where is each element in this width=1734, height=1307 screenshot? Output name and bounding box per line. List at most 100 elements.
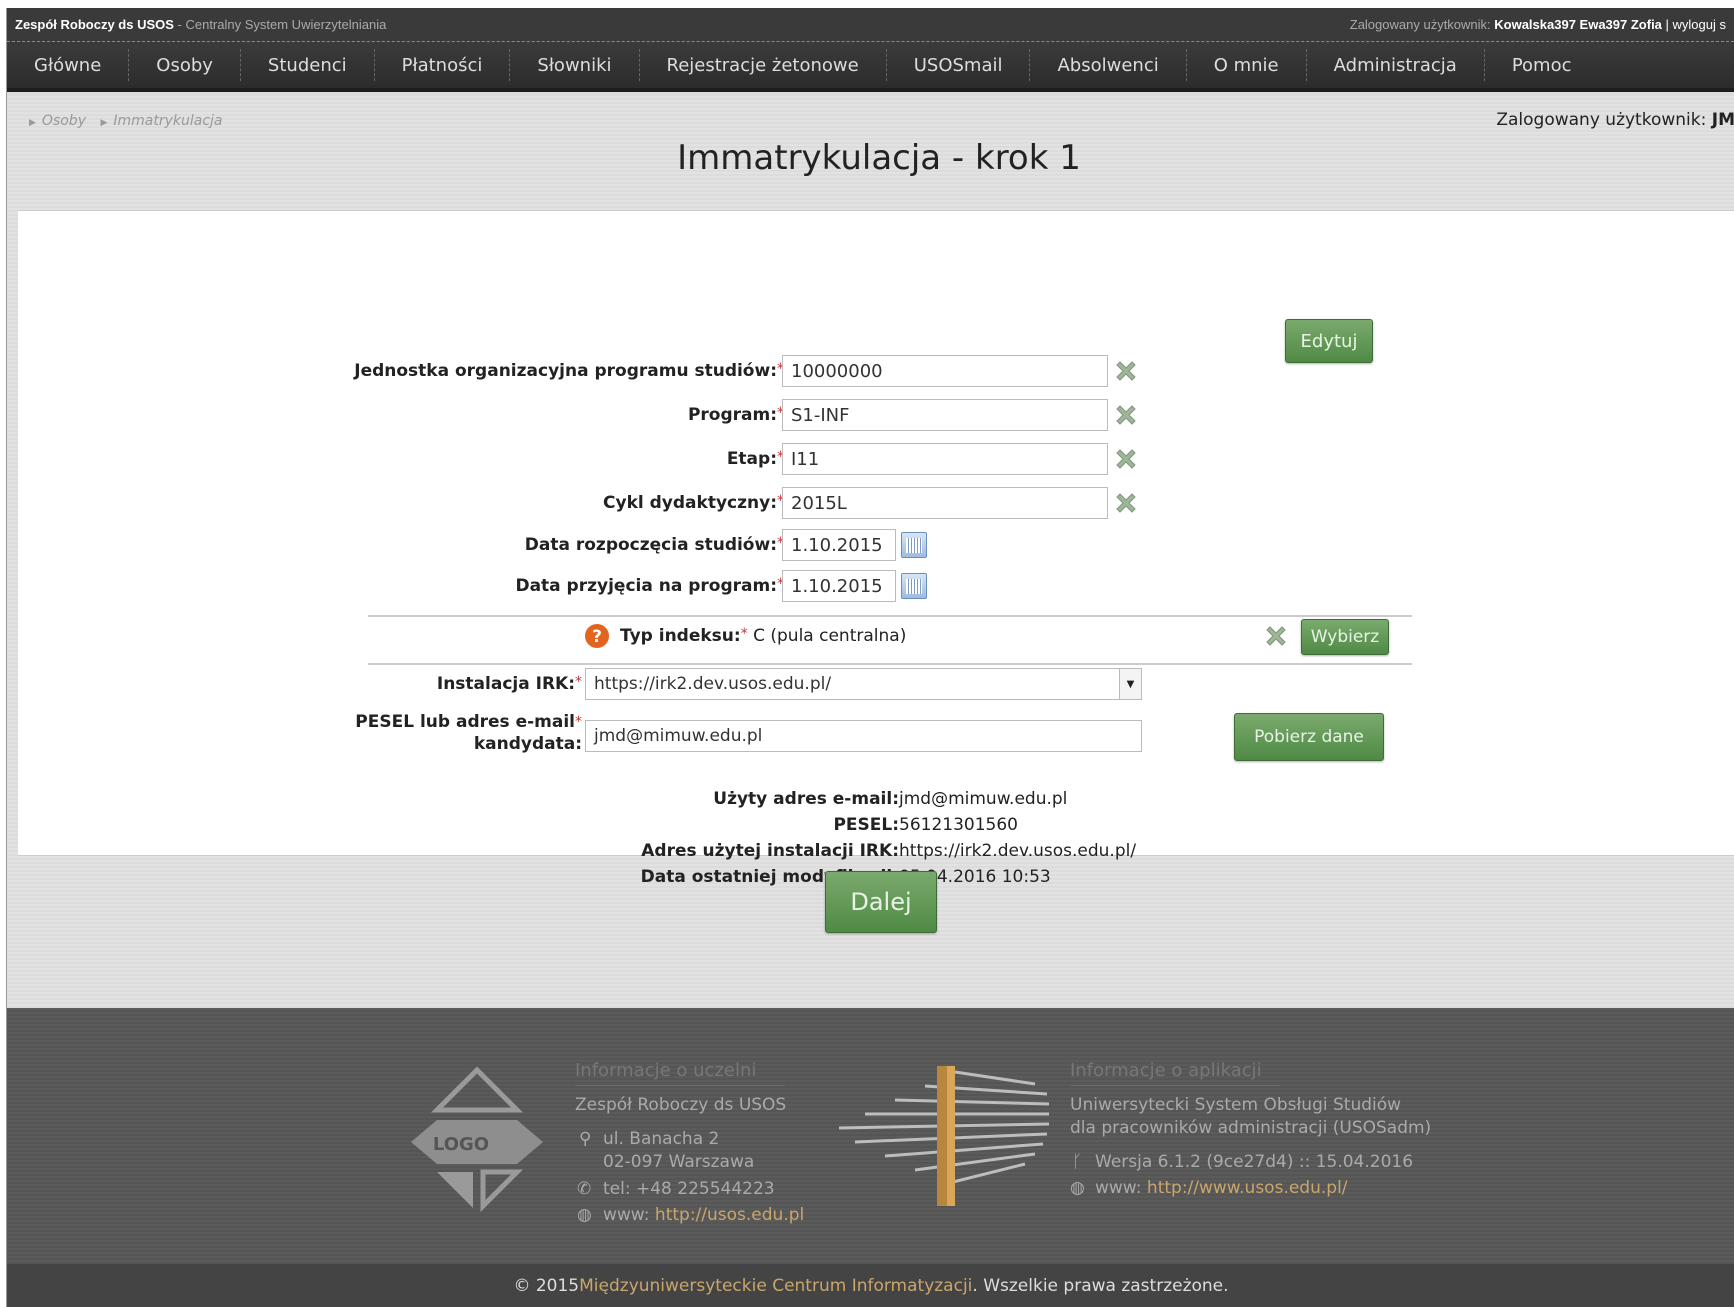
globe-icon: ◍ — [1070, 1178, 1085, 1198]
copyright-suffix: . Wszelkie prawa zastrzeżone. — [972, 1275, 1229, 1296]
nav-item-studenci[interactable]: Studenci — [241, 49, 375, 81]
brand-name: Zespół Roboczy ds USOS — [15, 17, 174, 32]
footer-uni-www-link[interactable]: http://usos.edu.pl — [655, 1205, 804, 1225]
footer-uni-www-label: www: — [603, 1205, 655, 1225]
nav-item-osoby[interactable]: Osoby — [129, 49, 241, 81]
required-mark: * — [740, 626, 748, 642]
next-button[interactable]: Dalej — [825, 871, 937, 933]
start-date-label-text: Data rozpoczęcia studiów: — [524, 535, 777, 555]
info-irk-row: Adres użytej instalacji IRK:https://irk2… — [613, 841, 1136, 861]
unit-label: Jednostka organizacyjna programu studiów… — [354, 361, 784, 381]
cycle-field[interactable]: 2015L — [782, 487, 1108, 519]
pesel-email-input[interactable]: jmd@mimuw.edu.pl — [585, 720, 1142, 752]
content-area: ▶ Osoby ▶ Immatrykulacja Zalogowany użytko… — [7, 96, 1734, 1008]
info-email-label: Użyty adres e-mail: — [713, 789, 899, 809]
cycle-label: Cykl dydaktyczny:* — [603, 493, 784, 513]
pesel-label: PESEL lub adres e-mail* kandydata: — [355, 711, 582, 755]
stage-field[interactable]: I11 — [782, 443, 1108, 475]
footer-app-www: www: http://www.usos.edu.pl/ — [1095, 1177, 1348, 1200]
chevron-down-icon: ▼ — [1119, 669, 1141, 699]
logged-banner-user: JM — [1711, 110, 1734, 130]
program-field[interactable]: S1-INF — [782, 399, 1108, 431]
info-pesel-row: PESEL:56121301560 — [613, 815, 1018, 835]
footer-uni-www: www: http://usos.edu.pl — [603, 1204, 804, 1227]
building-graphic — [838, 1066, 1050, 1206]
footer-uni-title: Informacje o uczelni — [575, 1060, 785, 1086]
form-panel: Edytuj Jednostka organizacyjna programu … — [18, 210, 1734, 887]
help-icon[interactable]: ? — [584, 623, 610, 649]
irk-select-value: https://irk2.dev.usos.edu.pl/ — [594, 674, 832, 694]
program-label: Program:* — [688, 405, 784, 425]
nav-item-administracja[interactable]: Administracja — [1307, 49, 1485, 81]
irk-select[interactable]: https://irk2.dev.usos.edu.pl/ ▼ — [585, 668, 1142, 700]
edit-button[interactable]: Edytuj — [1285, 319, 1373, 363]
svg-text:?: ? — [592, 627, 602, 647]
index-type-value: C (pula centralna) — [753, 626, 907, 646]
admission-date-field[interactable]: 1.10.2015 — [782, 570, 896, 602]
start-date-calendar-icon[interactable] — [901, 532, 927, 558]
nav-item-rejestracje[interactable]: Rejestracje żetonowe — [640, 49, 887, 81]
required-mark: * — [575, 714, 582, 730]
logged-prefix: Zalogowany użytkownik: — [1349, 17, 1495, 32]
admission-date-label-text: Data przyjęcia na program: — [515, 576, 777, 596]
logout-link[interactable]: | wyloguj s — [1662, 17, 1726, 32]
choose-button[interactable]: Wybierz — [1301, 619, 1389, 655]
browser-viewport: Zespół Roboczy ds USOS - Centralny Syste… — [6, 8, 1734, 1307]
brand-subtitle: - Centralny System Uwierzytelniania — [173, 17, 387, 32]
page-title: Immatrykulacja - krok 1 — [677, 138, 1081, 178]
stage-label: Etap:* — [727, 449, 784, 469]
breadcrumb-item-osoby[interactable]: Osoby — [42, 113, 86, 129]
pesel-label-line2: kandydata: — [473, 734, 582, 754]
footer-app-title: Informacje o aplikacji — [1070, 1060, 1280, 1086]
footer: LOGO Informacje o uczelni Zespół Roboczy… — [7, 1008, 1734, 1264]
program-label-text: Program: — [687, 405, 777, 425]
globe-icon: ◍ — [577, 1205, 592, 1225]
clear-unit-icon[interactable] — [1113, 358, 1139, 384]
breadcrumb-arrow-icon: ▶ — [29, 118, 36, 128]
footer-uni-name: Zespół Roboczy ds USOS — [575, 1095, 787, 1115]
nav-item-glowne[interactable]: Główne — [7, 49, 130, 81]
nav-item-pomoc[interactable]: Pomoc — [1485, 49, 1599, 81]
breadcrumb: ▶ Osoby ▶ Immatrykulacja — [29, 113, 233, 129]
clear-stage-icon[interactable] — [1113, 446, 1139, 472]
clear-cycle-icon[interactable] — [1113, 490, 1139, 516]
university-logo: LOGO — [411, 1066, 543, 1212]
breadcrumb-item-current: Immatrykulacja — [113, 113, 223, 129]
nav-item-slowniki[interactable]: Słowniki — [510, 49, 640, 81]
clear-index-type-icon[interactable] — [1263, 623, 1289, 649]
copyright-org-link[interactable]: Międzyuniwersyteckie Centrum Informatyza… — [579, 1276, 972, 1296]
start-date-label: Data rozpoczęcia studiów:* — [525, 535, 784, 555]
clear-program-icon[interactable] — [1113, 402, 1139, 428]
footer-uni-tel: tel: +48 225544223 — [603, 1179, 775, 1199]
nav-item-usosmail[interactable]: USOSmail — [887, 49, 1031, 81]
pesel-label-line1: PESEL lub adres e-mail — [355, 712, 575, 732]
info-pesel-label: PESEL: — [833, 815, 899, 835]
location-icon: ⚲ — [579, 1129, 592, 1149]
nav-item-platnosci[interactable]: Płatności — [375, 49, 511, 81]
footer-app-www-link[interactable]: http://www.usos.edu.pl/ — [1147, 1178, 1348, 1198]
fetch-data-button[interactable]: Pobierz dane — [1234, 713, 1384, 761]
start-date-field[interactable]: 1.10.2015 — [782, 529, 896, 561]
admission-date-calendar-icon[interactable] — [901, 573, 927, 599]
branch-icon: ᚴ — [1072, 1152, 1083, 1172]
footer-app-name1: Uniwersytecki System Obsługi Studiów — [1070, 1095, 1402, 1115]
footer-uni-address1: ul. Banacha 2 — [603, 1129, 720, 1149]
required-mark: * — [575, 674, 582, 690]
top-bar: Zespół Roboczy ds USOS - Centralny Syste… — [7, 8, 1734, 42]
nav-item-o-mnie[interactable]: O mnie — [1187, 49, 1307, 81]
breadcrumb-arrow-icon: ▶ — [100, 118, 108, 128]
info-irk-value: https://irk2.dev.usos.edu.pl/ — [899, 841, 1137, 861]
footer-uni-address2: 02-097 Warszawa — [603, 1152, 755, 1172]
admission-date-label: Data przyjęcia na program:* — [515, 576, 784, 596]
footer-app-name2: dla pracowników administracji (USOSadm) — [1070, 1118, 1432, 1138]
phone-icon: ✆ — [577, 1179, 592, 1199]
info-email-row: Użyty adres e-mail:jmd@mimuw.edu.pl — [613, 789, 1067, 809]
unit-field[interactable]: 10000000 — [782, 355, 1108, 387]
info-email-value: jmd@mimuw.edu.pl — [899, 789, 1068, 809]
nav-item-absolwenci[interactable]: Absolwenci — [1030, 49, 1187, 81]
copyright-bar: © 2015 Międzyuniwersyteckie Centrum Info… — [7, 1264, 1734, 1307]
logo-text: LOGO — [433, 1134, 489, 1155]
stage-label-text: Etap: — [726, 449, 777, 469]
footer-app-version: Wersja 6.1.2 (9ce27d4) :: 15.04.2016 — [1095, 1152, 1414, 1172]
irk-label: Instalacja IRK:* — [437, 674, 582, 694]
